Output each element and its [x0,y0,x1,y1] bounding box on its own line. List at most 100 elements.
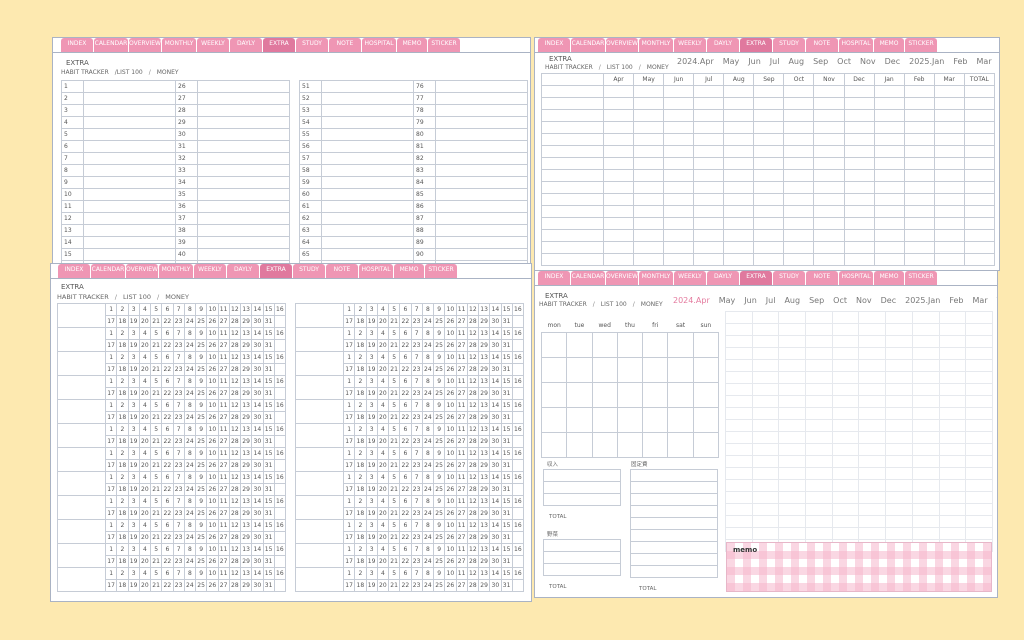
habit-day-cell[interactable]: 20 [376,579,390,592]
habit-day-cell[interactable]: 28 [228,531,242,544]
habit-day-cell[interactable]: 22 [399,435,412,448]
habit-day-cell[interactable]: 25 [432,315,446,328]
habit-day-cell[interactable]: 26 [444,483,457,496]
table-cell[interactable] [633,241,665,254]
tab-calendar[interactable]: CALENDAR [94,38,128,52]
table-cell[interactable] [903,121,935,134]
table-cell[interactable] [602,205,635,218]
habit-day-cell[interactable]: 16 [511,447,525,460]
habit-day-cell[interactable]: 31 [262,339,275,352]
table-cell[interactable] [541,145,604,158]
habit-day-cell[interactable]: 11 [217,519,230,532]
table-cell[interactable] [693,157,725,170]
notes-cell[interactable] [965,347,993,360]
notes-cell[interactable] [911,479,940,492]
habit-day-cell[interactable]: 19 [365,507,378,520]
habit-day-cell[interactable] [273,483,287,496]
table-cell[interactable] [693,217,725,230]
notes-cell[interactable] [858,467,887,480]
habit-day-cell[interactable]: 21 [149,531,163,544]
habit-day-cell[interactable]: 14 [251,543,264,556]
table-cell[interactable] [602,169,635,182]
table-cell[interactable] [693,169,725,182]
notes-cell[interactable] [965,467,993,480]
table-cell[interactable] [903,229,935,242]
habit-day-cell[interactable]: 30 [251,387,264,400]
habit-day-cell[interactable]: 15 [500,327,513,340]
list-entry-cell[interactable] [197,92,290,105]
habit-day-cell[interactable] [511,387,525,400]
table-cell[interactable] [873,193,905,206]
habit-day-cell[interactable]: 3 [127,303,140,316]
habit-day-cell[interactable]: 4 [376,543,390,556]
habit-day-cell[interactable]: 27 [217,339,230,352]
habit-day-cell[interactable]: 31 [500,483,513,496]
habit-day-cell[interactable]: 27 [217,483,230,496]
money-entry-cell[interactable] [630,553,718,566]
habit-day-cell[interactable]: 4 [138,471,152,484]
habit-day-cell[interactable]: 28 [466,459,480,472]
habit-day-cell[interactable]: 14 [251,351,264,364]
table-cell[interactable] [813,109,845,122]
list-entry-cell[interactable] [435,236,528,249]
habit-name-cell[interactable] [57,567,106,592]
habit-day-cell[interactable]: 10 [444,543,457,556]
habit-day-cell[interactable]: 30 [489,411,502,424]
habit-day-cell[interactable]: 22 [161,531,174,544]
habit-day-cell[interactable]: 8 [421,447,435,460]
table-cell[interactable] [933,253,965,266]
notes-cell[interactable] [831,335,860,348]
notes-cell[interactable] [885,431,913,444]
list-entry-cell[interactable] [321,212,414,225]
table-cell[interactable] [693,241,725,254]
money-entry-cell[interactable] [630,481,718,494]
habit-day-cell[interactable]: 4 [376,399,390,412]
habit-day-cell[interactable]: 21 [149,483,163,496]
habit-day-cell[interactable]: 11 [217,495,230,508]
habit-day-cell[interactable]: 30 [489,555,502,568]
month-link[interactable]: Aug [788,57,804,66]
habit-name-cell[interactable] [295,375,344,400]
habit-day-cell[interactable]: 23 [410,387,423,400]
tab-sticker[interactable]: STICKER [905,38,937,52]
habit-day-cell[interactable]: 1 [104,423,118,436]
habit-day-cell[interactable]: 7 [410,423,423,436]
table-cell[interactable] [873,253,905,266]
habit-day-cell[interactable]: 4 [376,567,390,580]
subnav-habit-tracker[interactable]: HABIT TRACKER [57,293,109,301]
table-cell[interactable] [602,253,635,266]
habit-day-cell[interactable]: 5 [387,519,401,532]
habit-day-cell[interactable]: 19 [127,339,140,352]
habit-day-cell[interactable]: 18 [354,435,367,448]
list-entry-cell[interactable] [83,152,176,165]
list-entry-cell[interactable] [83,248,176,261]
subnav-list-100[interactable]: /LIST 100 [115,69,143,76]
habit-day-cell[interactable]: 4 [138,423,152,436]
habit-day-cell[interactable]: 31 [262,435,275,448]
habit-day-cell[interactable]: 22 [161,315,174,328]
notes-cell[interactable] [831,479,860,492]
habit-day-cell[interactable]: 12 [228,519,242,532]
habit-day-cell[interactable]: 3 [127,495,140,508]
habit-day-cell[interactable]: 22 [161,411,174,424]
habit-day-cell[interactable]: 1 [342,567,356,580]
habit-day-cell[interactable] [273,411,287,424]
habit-day-cell[interactable]: 17 [104,387,118,400]
habit-day-cell[interactable]: 5 [149,375,163,388]
habit-day-cell[interactable]: 22 [399,411,412,424]
habit-day-cell[interactable]: 18 [116,363,129,376]
habit-day-cell[interactable]: 13 [477,399,491,412]
habit-day-cell[interactable]: 25 [432,507,446,520]
habit-day-cell[interactable]: 7 [410,471,423,484]
notes-cell[interactable] [751,347,780,360]
notes-cell[interactable] [831,443,860,456]
habit-day-cell[interactable]: 1 [104,303,118,316]
table-cell[interactable] [541,205,604,218]
table-cell[interactable] [723,85,755,98]
calendar-day-cell[interactable] [616,331,644,358]
habit-day-cell[interactable]: 13 [239,351,253,364]
notes-cell[interactable] [938,455,967,468]
habit-day-cell[interactable]: 9 [432,495,446,508]
table-cell[interactable] [663,169,695,182]
table-cell[interactable] [813,193,845,206]
